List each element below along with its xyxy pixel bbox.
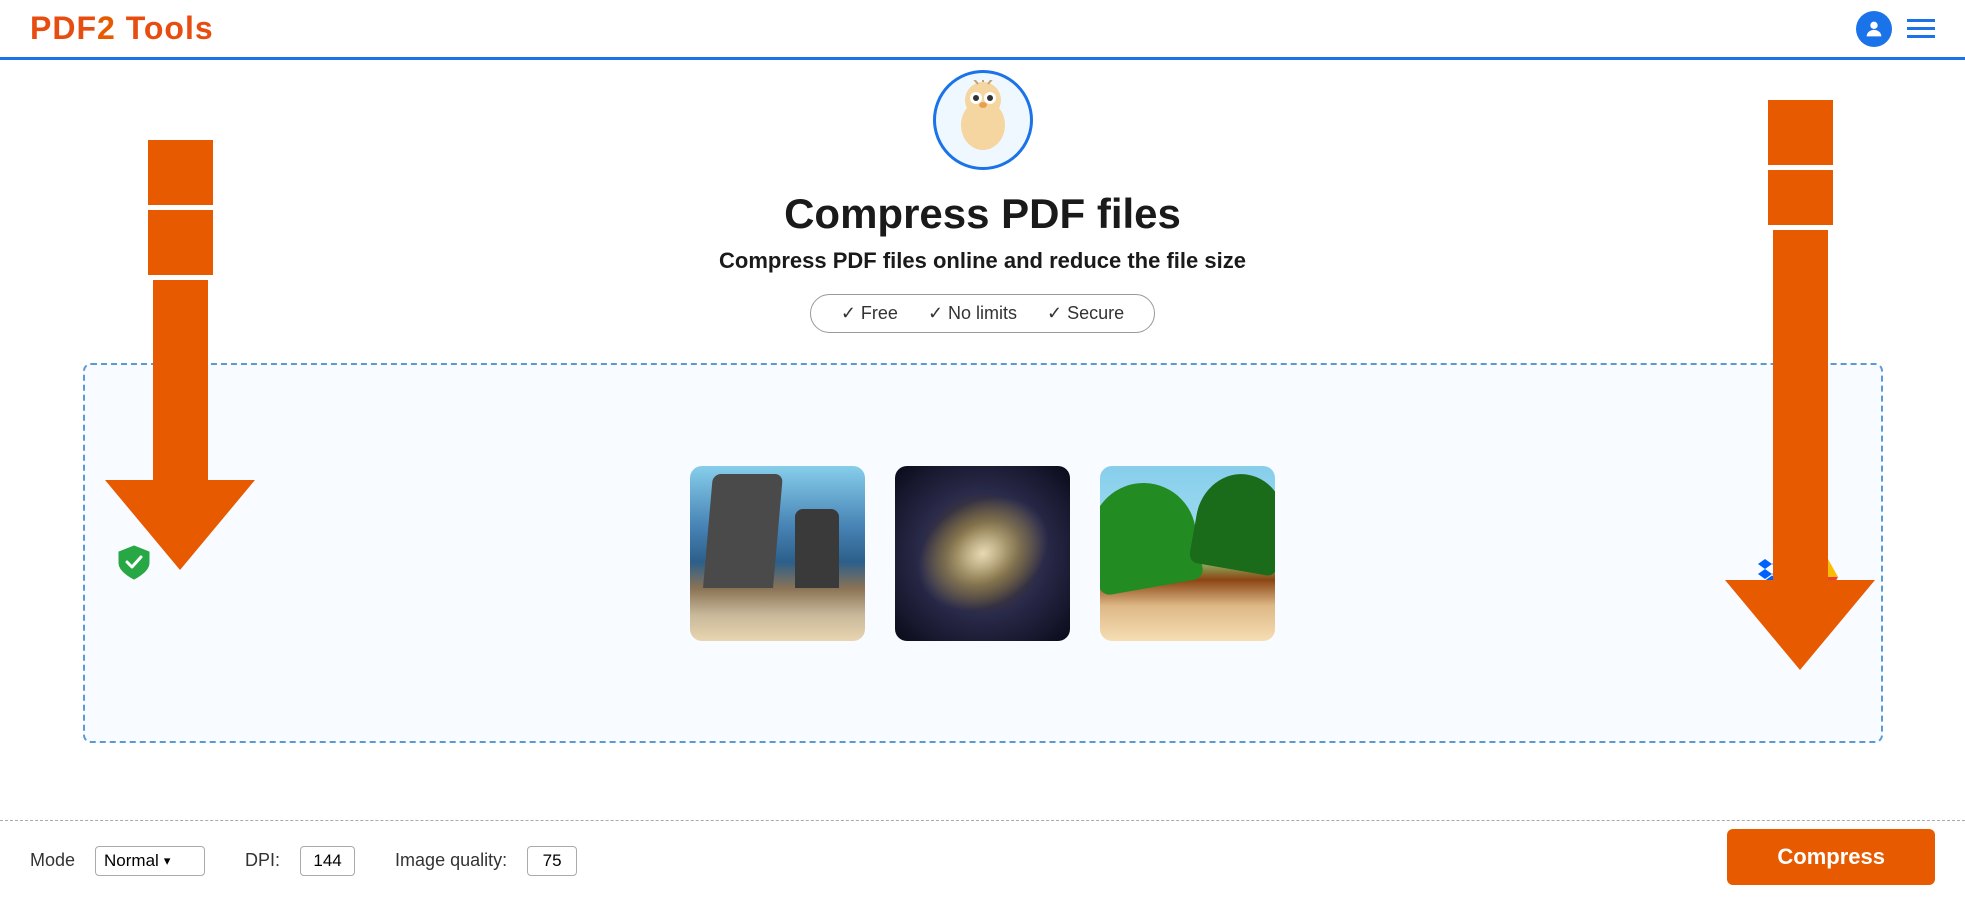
logo-text: PDF <box>30 10 97 46</box>
quality-label: Image quality: <box>395 850 507 871</box>
right-arrow-shaft <box>1773 230 1828 580</box>
compress-button[interactable]: Compress <box>1727 829 1935 885</box>
drop-zone[interactable] <box>83 363 1883 743</box>
mode-value: Normal <box>104 851 159 871</box>
main-content: Compress PDF files Compress PDF files on… <box>0 160 1965 743</box>
mode-label: Mode <box>30 850 75 871</box>
thumbnails-row <box>690 466 1275 641</box>
page-subtitle: Compress PDF files online and reduce the… <box>719 248 1246 274</box>
check-nolimits: ✓ No limits <box>928 303 1017 324</box>
dpi-label: DPI: <box>245 850 280 871</box>
page-title: Compress PDF files <box>784 190 1181 238</box>
left-arrow-square2 <box>148 210 213 275</box>
thumbnail-galaxy <box>895 466 1070 641</box>
quality-input[interactable]: 75 <box>527 846 577 876</box>
menu-icon[interactable] <box>1907 19 1935 38</box>
check-free: ✓ Free <box>841 303 898 324</box>
dpi-input[interactable]: 144 <box>300 846 355 876</box>
right-arrow-head <box>1725 580 1875 670</box>
left-arrow <box>105 140 255 570</box>
left-arrow-shaft <box>153 280 208 480</box>
mode-select[interactable]: Normal ▾ <box>95 846 205 876</box>
logo-accent: 2 <box>97 10 116 46</box>
left-arrow-head <box>105 480 255 570</box>
check-secure: ✓ Secure <box>1047 303 1124 324</box>
logo-suffix: Tools <box>116 10 214 46</box>
bottom-bar: Mode Normal ▾ DPI: 144 Image quality: 75… <box>0 820 1965 900</box>
feature-secure: ✓ Secure <box>1047 303 1124 324</box>
header: PDF2 Tools <box>0 0 1965 60</box>
thumbnail-ocean <box>690 466 865 641</box>
features-badge: ✓ Free ✓ No limits ✓ Secure <box>810 294 1155 333</box>
feature-nolimits: ✓ No limits <box>928 303 1017 324</box>
feature-free: ✓ Free <box>841 303 898 324</box>
right-arrow <box>1725 100 1875 670</box>
user-icon[interactable] <box>1856 11 1892 47</box>
logo: PDF2 Tools <box>30 10 214 47</box>
mascot-container <box>0 60 1965 160</box>
header-right <box>1856 11 1935 47</box>
thumbnail-tropical <box>1100 466 1275 641</box>
mode-chevron-icon: ▾ <box>164 853 171 869</box>
right-arrow-square2 <box>1768 170 1833 225</box>
mascot <box>933 70 1033 170</box>
